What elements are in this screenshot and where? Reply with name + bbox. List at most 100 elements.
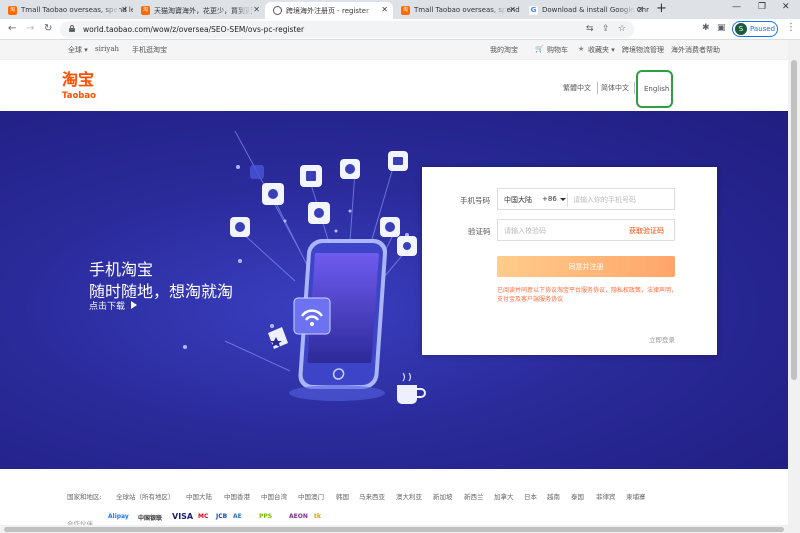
profile-status: Paused <box>750 25 776 33</box>
address-bar[interactable]: world.taobao.com/wow/z/oversea/SEO-SEM/o… <box>60 21 634 38</box>
footer-region-link[interactable]: 全球站（所有地区） <box>116 491 175 501</box>
close-tab-icon[interactable]: ✕ <box>381 5 388 14</box>
lang-english[interactable]: English <box>644 85 669 93</box>
footer-region-link[interactable]: 韩国 <box>336 491 349 501</box>
agree-register-button[interactable]: 同意并注册 <box>497 256 675 277</box>
footer-region-link[interactable]: 马来西亚 <box>359 491 385 501</box>
translate-icon[interactable]: ⇆ <box>586 24 594 34</box>
window-close-icon[interactable]: ✕ <box>782 2 790 12</box>
play-arrow-icon <box>131 301 138 309</box>
region-select[interactable]: 中国大陆 <box>504 195 532 205</box>
logistics-link[interactable]: 跨境物流管理 <box>622 45 664 55</box>
footer-region-link[interactable]: 新西兰 <box>464 491 484 501</box>
site-top-nav: 全球 ▾ siriyah 手机逛淘宝 我的淘宝 🛒 购物车 ★ 收藏夹 ▾ 跨境… <box>0 40 788 60</box>
get-code-button[interactable]: 获取验证码 <box>629 226 664 236</box>
phone-input[interactable]: 请输入你的手机号码 <box>573 195 636 205</box>
code-field-group: 请输入校验码 获取验证码 <box>497 219 675 241</box>
horizontal-scroll-thumb[interactable] <box>4 527 784 532</box>
jcb-logo: JCB <box>216 513 228 520</box>
lang-simplified[interactable]: 简体中文 <box>601 83 629 93</box>
tab-tmall-overseas-2[interactable]: 淘 Tmall Taobao overseas, spend le ✕ <box>393 2 521 19</box>
cart-icon[interactable]: 🛒 <box>535 45 544 53</box>
footer-region-link[interactable]: 柬埔寨 <box>626 491 646 501</box>
mastercard-logo: MC <box>198 513 209 520</box>
my-taobao-link[interactable]: 我的淘宝 <box>490 45 518 55</box>
footer-region-link[interactable]: 菲律宾 <box>596 491 616 501</box>
extensions-icon[interactable]: ✱ <box>702 23 710 33</box>
agreement-text[interactable]: 已阅读并同意以下协议淘宝平台服务协议，隐私权政策，法律声明，支付宝及客户端服务协… <box>497 286 679 304</box>
tab-google-chrome[interactable]: G Download & install Google Chr ✕ <box>521 2 649 19</box>
phone-label: 手机号码 <box>460 196 490 205</box>
restore-icon[interactable]: ❐ <box>758 2 766 12</box>
bookmark-star-icon[interactable]: ☆ <box>618 24 626 34</box>
site-footer: 国家和地区: 全球站（所有地区） 中国大陆 中国香港 中国台湾 中国澳门 韩国 … <box>0 469 788 533</box>
tab-register-active[interactable]: 跨境海外注册页 - register ✕ <box>265 2 393 19</box>
back-icon[interactable]: ← <box>8 23 16 34</box>
browser-toolbar: ← → ↻ world.taobao.com/wow/z/oversea/SEO… <box>0 19 800 40</box>
country-code-select[interactable]: +86 <box>542 195 557 203</box>
region-label: 国家和地区: <box>67 493 102 501</box>
help-link[interactable]: 海外消费者帮助 <box>671 45 720 55</box>
footer-region-link[interactable]: 日本 <box>524 491 537 501</box>
google-favicon-icon: G <box>529 6 538 15</box>
download-link[interactable]: 点击下载 <box>89 299 138 312</box>
slogan-line-1: 手机淘宝 <box>89 260 154 279</box>
divider <box>597 82 598 94</box>
pps-logo: PPS <box>259 513 273 520</box>
lang-traditional[interactable]: 繁體中文 <box>563 83 591 93</box>
cart-link[interactable]: 购物车 <box>547 45 568 55</box>
divider <box>567 193 568 207</box>
mobile-taobao-link[interactable]: 手机逛淘宝 <box>132 45 167 55</box>
footer-region-link[interactable]: 中国台湾 <box>261 491 287 501</box>
more-menu-icon[interactable]: ⋮ <box>786 22 796 33</box>
partner-logo: tk <box>314 513 321 520</box>
footer-region-link[interactable]: 中国大陆 <box>186 491 212 501</box>
site-header: 淘宝 Taobao 繁體中文 简体中文 English <box>0 61 788 111</box>
chevron-down-icon[interactable] <box>560 198 566 201</box>
tab-tmall-traditional[interactable]: 淘 天猫淘寶海外，花更少，買到更 ✕ <box>133 2 265 19</box>
alipay-logo: Alipay <box>108 513 129 520</box>
share-icon[interactable]: ⇪ <box>602 24 610 34</box>
divider <box>634 82 635 94</box>
footer-region-link[interactable]: 加拿大 <box>494 491 514 501</box>
amex-logo: AE <box>233 513 242 520</box>
vertical-scroll-thumb[interactable] <box>791 60 797 380</box>
footer-region-link[interactable]: 中国澳门 <box>298 491 324 501</box>
minimize-icon[interactable]: — <box>732 2 741 12</box>
favorites-link[interactable]: 收藏夹 ▾ <box>588 45 615 55</box>
taobao-logo[interactable]: 淘宝 <box>62 71 94 89</box>
reload-icon[interactable]: ↻ <box>44 23 52 34</box>
footer-region-link[interactable]: 越南 <box>547 491 560 501</box>
taobao-favicon-icon: 淘 <box>141 6 150 15</box>
tab-tmall-overseas-1[interactable]: 淘 Tmall Taobao overseas, spend le ✕ <box>0 2 133 19</box>
close-tab-icon[interactable]: ✕ <box>637 5 644 14</box>
lock-icon <box>69 25 75 32</box>
code-label: 验证码 <box>468 227 491 236</box>
profile-button[interactable]: S Paused <box>732 21 778 37</box>
close-tab-icon[interactable]: ✕ <box>509 5 516 14</box>
taobao-favicon-icon: 淘 <box>401 6 410 15</box>
region-switch[interactable]: 全球 ▾ <box>68 45 88 55</box>
footer-region-link[interactable]: 中国香港 <box>224 491 250 501</box>
username-link[interactable]: siriyah <box>95 45 119 53</box>
avatar: S <box>735 23 747 35</box>
taobao-favicon-icon: 淘 <box>8 6 17 15</box>
aeon-logo: AEON <box>289 513 308 520</box>
new-tab-button[interactable]: + <box>656 1 667 16</box>
phone-field-group: 中国大陆 +86 请输入你的手机号码 <box>497 188 675 210</box>
footer-region-link[interactable]: 泰国 <box>571 491 584 501</box>
side-panel-icon[interactable]: ▣ <box>717 23 726 33</box>
login-link[interactable]: 立即登录 <box>649 334 675 344</box>
tab-title: 跨境海外注册页 - register <box>286 7 369 15</box>
taobao-logo-en: Taobao <box>62 91 96 101</box>
verification-code-input[interactable]: 请输入校验码 <box>504 226 546 236</box>
forward-icon[interactable]: → <box>26 23 34 34</box>
close-tab-icon[interactable]: ✕ <box>121 5 128 14</box>
close-tab-icon[interactable]: ✕ <box>253 5 260 14</box>
footer-region-link[interactable]: 新加坡 <box>433 491 453 501</box>
visa-logo: VISA <box>172 512 194 521</box>
url-text: world.taobao.com/wow/z/oversea/SEO-SEM/o… <box>83 25 305 34</box>
footer-region-link[interactable]: 澳大利亚 <box>396 491 422 501</box>
star-icon[interactable]: ★ <box>578 45 584 53</box>
tab-strip: 淘 Tmall Taobao overseas, spend le ✕ 淘 天猫… <box>0 0 800 19</box>
